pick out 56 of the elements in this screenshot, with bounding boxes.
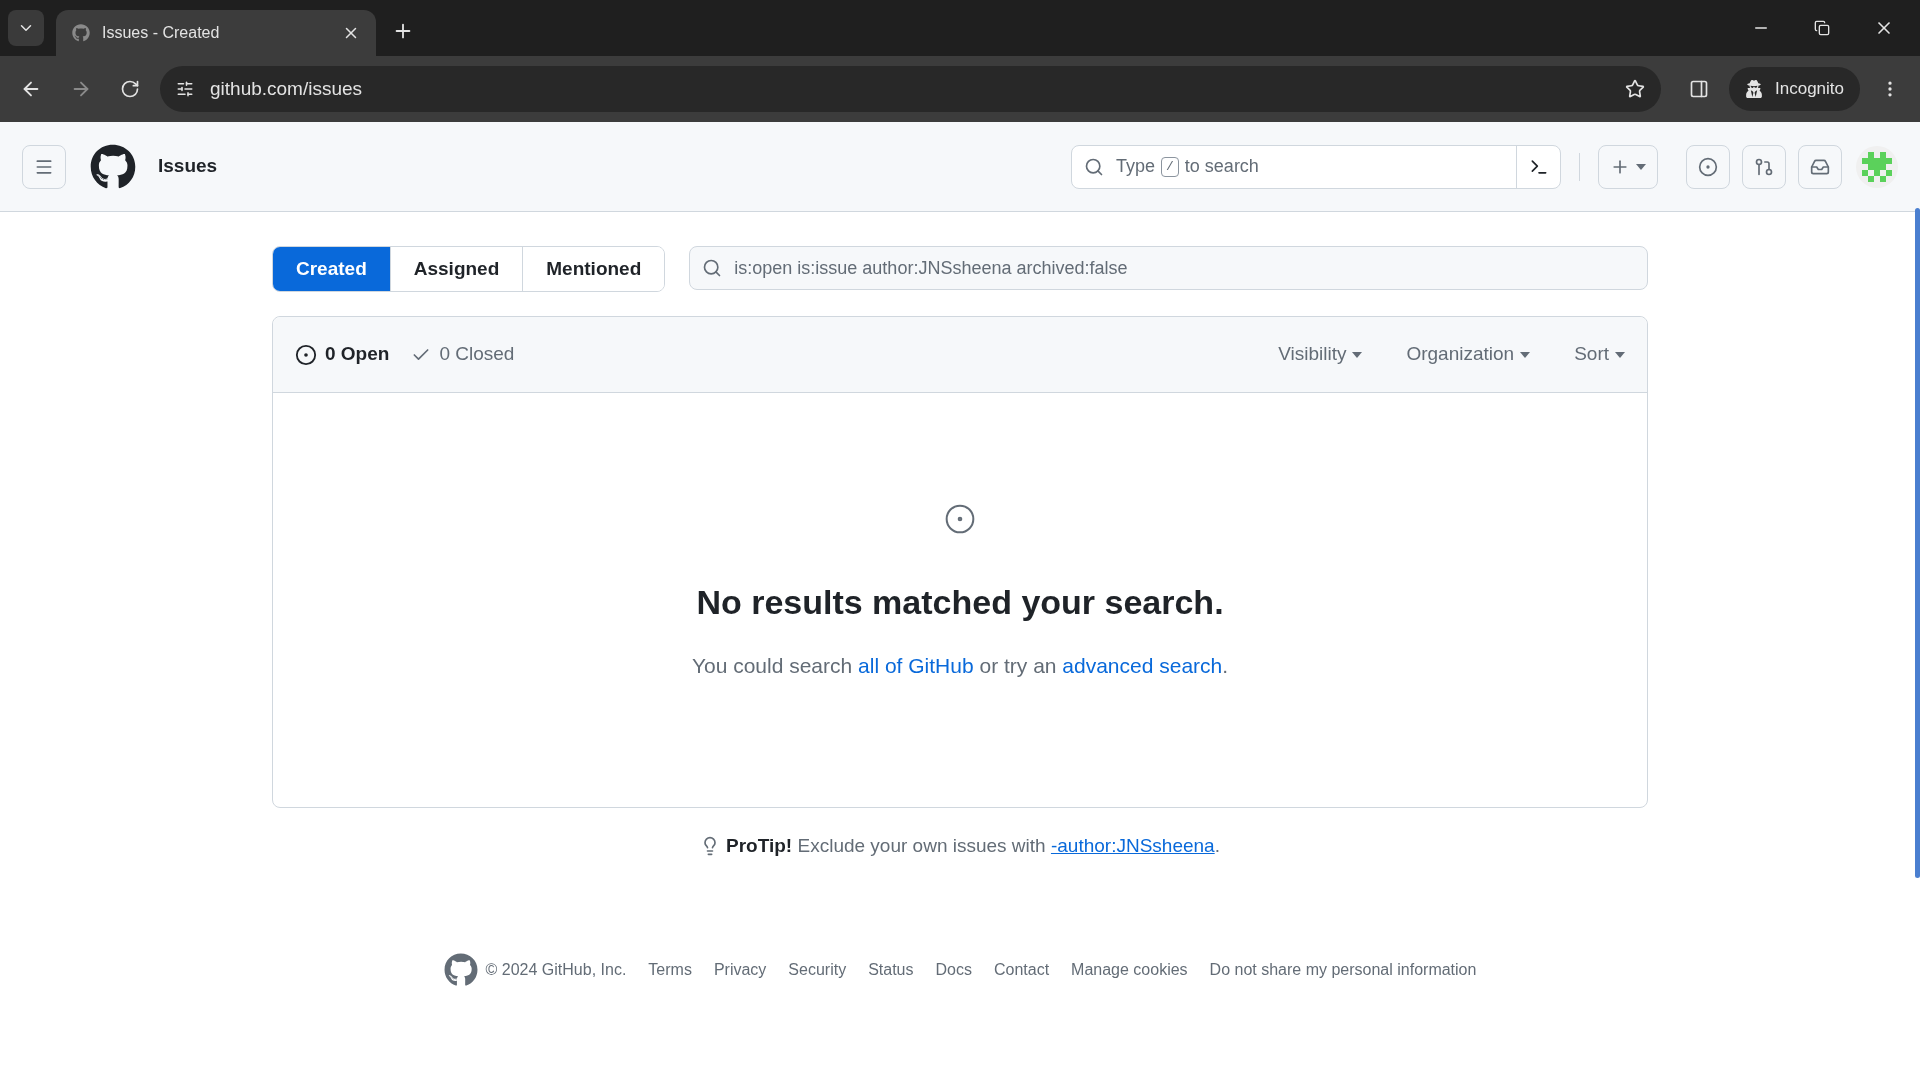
incognito-icon bbox=[1745, 80, 1763, 98]
filter-tab[interactable]: Created bbox=[273, 247, 390, 291]
side-panel-icon[interactable] bbox=[1689, 79, 1709, 99]
footer-link[interactable]: Privacy bbox=[713, 957, 767, 982]
inbox-button[interactable] bbox=[1798, 144, 1842, 189]
search-field[interactable]: Type / to search bbox=[1071, 144, 1561, 189]
search-icon bbox=[702, 258, 723, 278]
issues-button[interactable] bbox=[1686, 144, 1730, 189]
footer-link[interactable]: Docs bbox=[935, 957, 972, 982]
tab-title: Issues - Created bbox=[102, 23, 221, 43]
issue-icon bbox=[295, 343, 317, 366]
caret-icon bbox=[1520, 351, 1531, 358]
restore-icon[interactable] bbox=[1814, 20, 1830, 36]
create-new-button[interactable] bbox=[1598, 144, 1658, 189]
github-logo-icon bbox=[72, 24, 90, 42]
browser-tab[interactable]: Issues - Created bbox=[56, 10, 376, 56]
star-icon[interactable] bbox=[1625, 79, 1645, 99]
link[interactable]: all of GitHub bbox=[858, 654, 974, 677]
filter-field[interactable]: is:open is:issue author:JNSsheena archived:false bbox=[689, 246, 1648, 290]
pull-requests-button[interactable] bbox=[1742, 144, 1786, 189]
shortcut-key: / bbox=[1161, 156, 1179, 177]
empty-state-heading: No results matched your search. bbox=[696, 582, 1224, 623]
state-filter[interactable]: 0 Closed bbox=[411, 340, 515, 369]
filter-menu[interactable]: Visibility bbox=[1278, 340, 1363, 369]
site-info-icon bbox=[176, 80, 194, 98]
caret-icon bbox=[1615, 351, 1625, 358]
footer-link[interactable]: Status bbox=[868, 957, 914, 982]
link[interactable]: -author:JNSsheena bbox=[1050, 835, 1215, 856]
empty-state-hint: You could search all of GitHub or try an advanced search. bbox=[691, 653, 1229, 679]
filter-tab[interactable]: Mentioned bbox=[522, 247, 665, 291]
reload-icon[interactable] bbox=[120, 79, 140, 99]
tab-list-button[interactable] bbox=[8, 10, 44, 46]
link[interactable]: advanced search bbox=[1062, 654, 1223, 677]
incognito-badge[interactable]: Incognito bbox=[1729, 67, 1860, 111]
address-text: github.com/issues bbox=[210, 76, 364, 101]
footer-link[interactable]: Security bbox=[788, 957, 847, 982]
issue-icon bbox=[1698, 156, 1718, 177]
issue-icon bbox=[944, 503, 976, 535]
scrollbar-thumb[interactable] bbox=[1915, 208, 1920, 878]
footer-link[interactable]: Contact bbox=[993, 957, 1050, 982]
footer-link[interactable]: Do not share my personal information bbox=[1209, 957, 1477, 982]
state-filter[interactable]: 0 Open bbox=[295, 340, 390, 369]
address-bar[interactable]: github.com/issues bbox=[160, 66, 1661, 112]
caret-icon bbox=[1636, 163, 1646, 170]
copyright-text: © 2024 GitHub, Inc. bbox=[485, 959, 627, 980]
page-title[interactable]: Issues bbox=[158, 152, 218, 181]
filter-menu[interactable]: Organization bbox=[1406, 340, 1531, 369]
menu-button[interactable] bbox=[22, 144, 66, 189]
protip-text: ProTip! Exclude your own issues with -author:JNSsheena. bbox=[726, 834, 1220, 858]
footer-link[interactable]: Terms bbox=[648, 957, 692, 982]
caret-icon bbox=[1352, 351, 1363, 358]
pull-request-icon bbox=[1754, 156, 1774, 177]
footer-link[interactable]: Manage cookies bbox=[1071, 957, 1188, 982]
filter-menu[interactable]: Sort bbox=[1574, 340, 1625, 369]
github-logo-icon[interactable] bbox=[90, 143, 136, 190]
search-icon bbox=[1084, 156, 1104, 177]
